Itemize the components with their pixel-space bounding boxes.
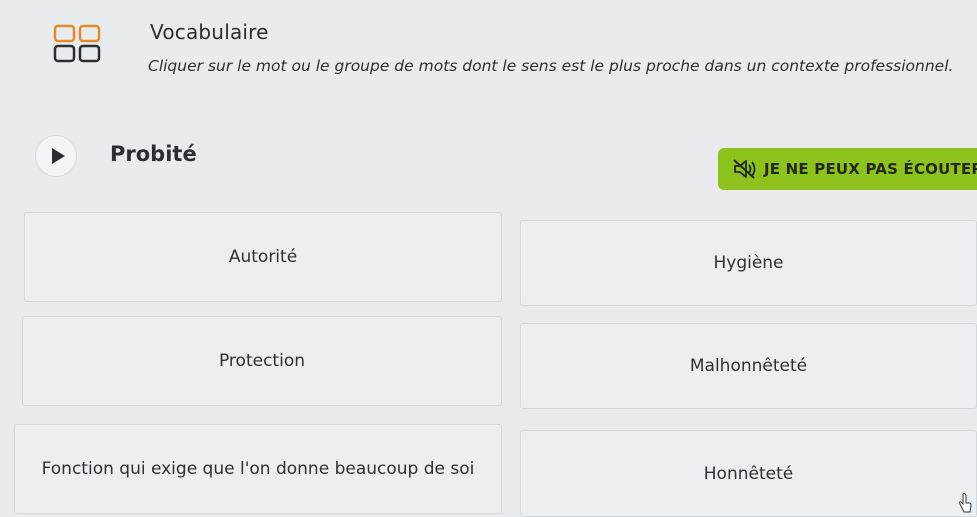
play-audio-button[interactable] (36, 136, 76, 176)
target-word: Probité (110, 142, 197, 166)
play-icon (51, 148, 65, 164)
choice-autorite[interactable]: Autorité (24, 212, 502, 302)
choice-label: Protection (218, 351, 305, 371)
choice-label: Autorité (228, 247, 298, 267)
choice-label: Hygiène (713, 253, 784, 273)
choice-label: Fonction qui exige que l'on donne beauco… (41, 459, 475, 479)
vocabulary-grid-icon (53, 24, 101, 63)
choice-honnetete[interactable]: Honnêteté (520, 430, 977, 517)
cannot-listen-label: JE NE PEUX PAS ÉCOUTER (764, 160, 977, 178)
speaker-muted-icon (733, 159, 756, 179)
choice-label: Malhonnêteté (689, 356, 808, 376)
instructions-text: Cliquer sur le mot ou le groupe de mots … (148, 57, 954, 75)
choice-protection[interactable]: Protection (22, 316, 502, 406)
cannot-listen-button[interactable]: JE NE PEUX PAS ÉCOUTER (718, 148, 977, 190)
hand-cursor-icon (959, 493, 972, 513)
choice-label: Honnêteté (703, 463, 794, 484)
page-title: Vocabulaire (150, 20, 269, 44)
choice-fonction[interactable]: Fonction qui exige que l'on donne beauco… (14, 424, 502, 514)
choice-malhonnetete[interactable]: Malhonnêteté (520, 323, 977, 409)
choice-hygiene[interactable]: Hygiène (520, 220, 977, 306)
